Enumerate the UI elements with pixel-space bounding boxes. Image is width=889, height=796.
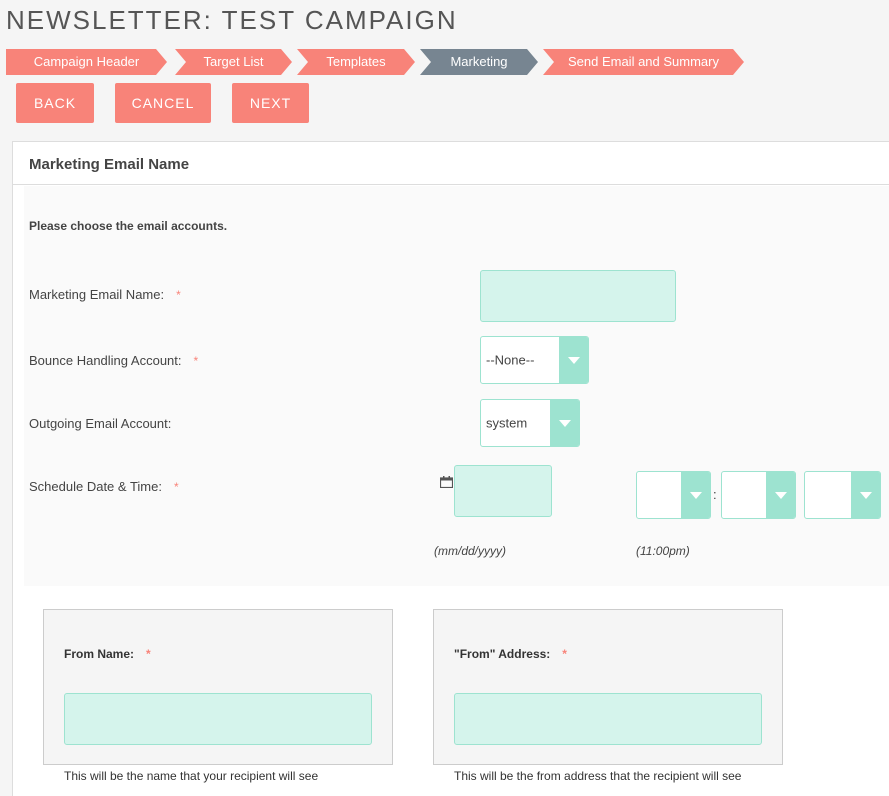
from-address-label: "From" Address: * (454, 647, 567, 661)
marketing-email-name-label-text: Marketing Email Name: (29, 287, 165, 302)
from-name-label: From Name: * (64, 647, 151, 661)
page-title: NEWSLETTER: TEST CAMPAIGN (6, 5, 458, 35)
required-marker: * (562, 647, 567, 661)
schedule-minute-select[interactable] (721, 471, 796, 519)
required-marker: * (176, 288, 181, 302)
bounce-account-label: Bounce Handling Account: * (29, 353, 198, 368)
schedule-label-text: Schedule Date & Time: (29, 479, 162, 494)
chevron-down-icon[interactable] (681, 472, 710, 518)
from-name-input[interactable] (64, 693, 372, 745)
calendar-icon[interactable] (440, 476, 453, 488)
step-target-list[interactable]: Target List (175, 49, 292, 75)
bounce-account-label-text: Bounce Handling Account: (29, 353, 182, 368)
time-separator: : (713, 487, 717, 502)
from-name-help: This will be the name that your recipien… (64, 769, 319, 783)
required-marker: * (193, 354, 199, 368)
chevron-down-icon[interactable] (851, 472, 880, 518)
bounce-account-value: --None-- (486, 352, 535, 368)
from-address-help: This will be the from address that the r… (454, 769, 742, 783)
outgoing-account-value: system (486, 415, 528, 431)
back-button[interactable]: BACK (16, 83, 94, 123)
outgoing-account-label: Outgoing Email Account: (29, 416, 171, 431)
marketing-email-name-input[interactable] (480, 270, 676, 322)
form-area (24, 186, 889, 586)
time-format-hint: (11:00pm) (636, 544, 690, 558)
chevron-down-icon[interactable] (559, 337, 588, 383)
intro-text: Please choose the email accounts. (29, 219, 228, 233)
step-send-email-summary[interactable]: Send Email and Summary (543, 49, 744, 75)
schedule-date-input[interactable] (454, 465, 552, 517)
step-campaign-header[interactable]: Campaign Header (6, 49, 167, 75)
required-marker: * (146, 647, 151, 661)
bounce-account-select[interactable]: --None-- (480, 336, 589, 384)
from-address-input[interactable] (454, 693, 762, 745)
marketing-email-name-label: Marketing Email Name: * (29, 287, 181, 302)
schedule-label: Schedule Date & Time: * (29, 479, 179, 494)
cancel-button[interactable]: CANCEL (115, 83, 211, 123)
from-name-label-text: From Name: (64, 647, 135, 661)
panel-header: Marketing Email Name (29, 156, 190, 173)
outgoing-account-select[interactable]: system (480, 399, 580, 447)
step-templates[interactable]: Templates (297, 49, 415, 75)
chevron-down-icon[interactable] (550, 400, 579, 446)
schedule-hour-select[interactable] (636, 471, 711, 519)
required-marker: * (173, 480, 179, 494)
outgoing-account-label-text: Outgoing Email Account: (29, 416, 172, 431)
next-button[interactable]: NEXT (232, 83, 309, 123)
date-format-hint: (mm/dd/yyyy) (434, 544, 506, 558)
from-address-label-text: "From" Address: (454, 647, 551, 661)
chevron-down-icon[interactable] (766, 472, 795, 518)
schedule-meridiem-select[interactable] (804, 471, 881, 519)
panel-divider (13, 184, 889, 185)
step-marketing[interactable]: Marketing (420, 49, 538, 75)
